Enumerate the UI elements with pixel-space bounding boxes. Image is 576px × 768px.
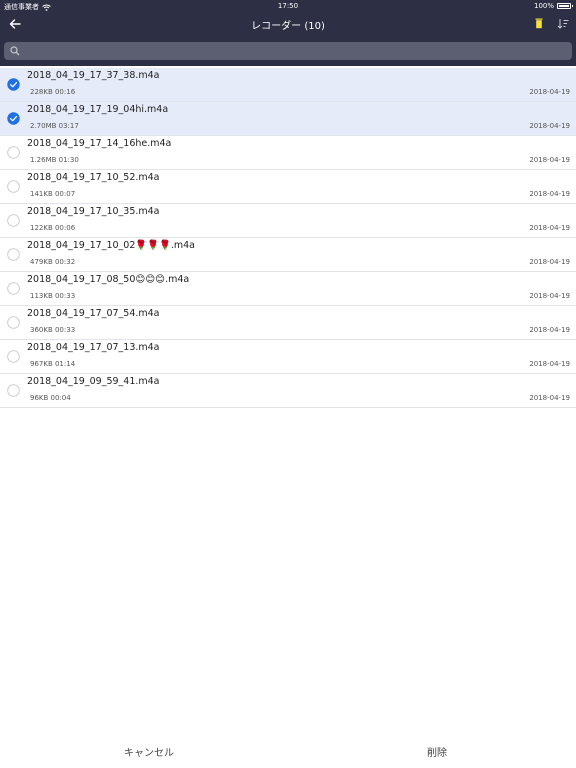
nav-bar: レコーダー (10) xyxy=(0,12,576,36)
empty-circle-icon[interactable] xyxy=(7,316,20,329)
file-name: 2018_04_19_09_59_41.m4a xyxy=(27,376,160,387)
file-date: 2018-04-19 xyxy=(529,122,570,130)
file-meta: 967KB 01:14 xyxy=(30,360,76,368)
empty-circle-icon[interactable] xyxy=(7,350,20,363)
battery-group: 100% xyxy=(533,2,573,10)
list-item[interactable]: 2018_04_19_09_59_41.m4a 96KB 00:04 2018-04… xyxy=(0,374,576,408)
list-item[interactable]: 2018_04_19_17_37_38.m4a 228KB 00:16 2018-0… xyxy=(0,68,576,102)
list-item[interactable]: 2018_04_19_17_07_13.m4a 967KB 01:14 2018-0… xyxy=(0,340,576,374)
file-meta: 2.70MB 03:17 xyxy=(30,122,79,130)
list-item[interactable]: 2018_04_19_17_08_50😊😊😊.m4a 113KB 00:33 201… xyxy=(0,272,576,306)
list-item[interactable]: 2018_04_19_17_10_52.m4a 141KB 00:07 2018-0… xyxy=(0,170,576,204)
empty-circle-icon[interactable] xyxy=(7,146,20,159)
file-date: 2018-04-19 xyxy=(529,292,570,300)
empty-circle-icon[interactable] xyxy=(7,214,20,227)
battery-percent: 100% xyxy=(533,2,554,10)
file-name: 2018_04_19_17_37_38.m4a xyxy=(27,70,160,81)
file-date: 2018-04-19 xyxy=(529,224,570,232)
file-meta: 228KB 00:16 xyxy=(30,88,76,96)
list-item[interactable]: 2018_04_19_17_19_04hi.m4a 2.70MB 03:17 201… xyxy=(0,102,576,136)
delete-button[interactable]: 削除 xyxy=(421,743,453,760)
file-name: 2018_04_19_17_10_52.m4a xyxy=(27,172,160,183)
checkmark-circle-icon[interactable] xyxy=(7,112,20,125)
search-area xyxy=(0,36,576,66)
status-bar: 通信事業者 17:50 100% xyxy=(0,0,576,12)
file-name: 2018_04_19_17_10_35.m4a xyxy=(27,206,160,217)
file-date: 2018-04-19 xyxy=(529,326,570,334)
cancel-button[interactable]: キャンセル xyxy=(118,743,180,760)
page-title: レコーダー (10) xyxy=(251,21,325,32)
file-name: 2018_04_19_17_08_50😊😊😊.m4a xyxy=(27,274,190,285)
file-date: 2018-04-19 xyxy=(529,156,570,164)
file-meta: 113KB 00:33 xyxy=(30,292,76,300)
search-bar[interactable] xyxy=(4,42,572,60)
file-date: 2018-04-19 xyxy=(529,394,570,402)
empty-circle-icon[interactable] xyxy=(7,282,20,295)
battery-icon xyxy=(557,3,573,9)
file-meta: 1.26MB 01:30 xyxy=(30,156,79,164)
bottom-toolbar: キャンセル 削除 xyxy=(0,735,576,768)
status-time: 17:50 xyxy=(277,2,299,10)
file-meta: 96KB 00:04 xyxy=(30,394,71,402)
file-name: 2018_04_19_17_07_54.m4a xyxy=(27,308,160,319)
checkmark-circle-icon[interactable] xyxy=(7,78,20,91)
trash-icon[interactable] xyxy=(535,18,543,29)
file-date: 2018-04-19 xyxy=(529,190,570,198)
list-item[interactable]: 2018_04_19_17_10_35.m4a 122KB 00:06 2018-0… xyxy=(0,204,576,238)
recording-list: 2018_04_19_17_37_38.m4a 228KB 00:16 2018-0… xyxy=(0,68,576,408)
file-date: 2018-04-19 xyxy=(529,88,570,96)
file-date: 2018-04-19 xyxy=(529,360,570,368)
file-name: 2018_04_19_17_14_16he.m4a xyxy=(27,138,172,149)
file-meta: 479KB 00:32 xyxy=(30,258,76,266)
file-date: 2018-04-19 xyxy=(529,258,570,266)
empty-circle-icon[interactable] xyxy=(7,248,20,261)
list-item[interactable]: 2018_04_19_17_07_54.m4a 360KB 00:33 2018-0… xyxy=(0,306,576,340)
empty-circle-icon[interactable] xyxy=(7,384,20,397)
list-item[interactable]: 2018_04_19_17_10_02🌹🌹🌹.m4a 479KB 00:32 201… xyxy=(0,238,576,272)
search-input[interactable] xyxy=(24,44,568,60)
file-meta: 360KB 00:33 xyxy=(30,326,76,334)
file-meta: 141KB 00:07 xyxy=(30,190,76,198)
list-item[interactable]: 2018_04_19_17_14_16he.m4a 1.26MB 01:30 201… xyxy=(0,136,576,170)
file-name: 2018_04_19_17_07_13.m4a xyxy=(27,342,160,353)
file-name: 2018_04_19_17_10_02🌹🌹🌹.m4a xyxy=(27,240,195,251)
file-name: 2018_04_19_17_19_04hi.m4a xyxy=(27,104,169,115)
sort-icon[interactable] xyxy=(557,18,569,29)
search-icon xyxy=(10,46,20,56)
empty-circle-icon[interactable] xyxy=(7,180,20,193)
file-meta: 122KB 00:06 xyxy=(30,224,76,232)
